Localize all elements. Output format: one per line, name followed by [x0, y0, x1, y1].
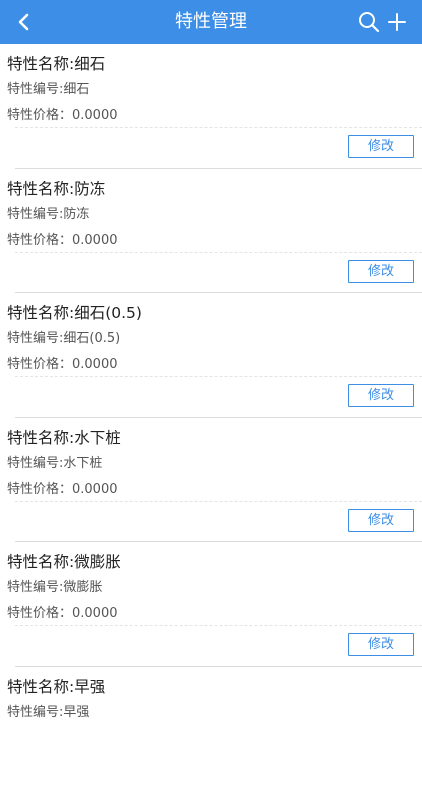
feature-name: 特性名称:微膨胀	[7, 550, 121, 572]
list-item: 特性名称:防冻 特性编号:防冻 特性价格：0.0000 修改	[0, 169, 422, 294]
feature-name: 特性名称:早强	[7, 675, 105, 697]
feature-code: 特性编号:水下桩	[7, 452, 102, 471]
edit-button[interactable]: 修改	[348, 633, 414, 656]
dashed-divider	[15, 252, 422, 253]
nav-bar: 特性管理	[0, 0, 422, 44]
feature-price: 特性价格：0.0000	[7, 104, 118, 123]
edit-button[interactable]: 修改	[348, 509, 414, 532]
feature-code: 特性编号:微膨胀	[7, 576, 102, 595]
feature-code: 特性编号:早强	[7, 701, 89, 720]
list-item: 特性名称:细石 特性编号:细石 特性价格：0.0000 修改	[0, 44, 422, 169]
list-item: 特性名称:早强 特性编号:早强	[0, 667, 422, 791]
feature-name: 特性名称:防冻	[7, 177, 105, 199]
feature-code: 特性编号:细石	[7, 78, 89, 97]
plus-icon	[384, 9, 410, 35]
feature-name: 特性名称:细石(0.5)	[7, 301, 142, 323]
edit-button[interactable]: 修改	[348, 135, 414, 158]
feature-code: 特性编号:防冻	[7, 203, 89, 222]
search-button[interactable]	[356, 9, 382, 35]
dashed-divider	[15, 501, 422, 502]
feature-price: 特性价格：0.0000	[7, 229, 118, 248]
dashed-divider	[15, 376, 422, 377]
list-item: 特性名称:细石(0.5) 特性编号:细石(0.5) 特性价格：0.0000 修改	[0, 293, 422, 418]
feature-price: 特性价格：0.0000	[7, 478, 118, 497]
feature-price: 特性价格：0.0000	[7, 353, 118, 372]
feature-list: 特性名称:细石 特性编号:细石 特性价格：0.0000 修改 特性名称:防冻 特…	[0, 44, 422, 791]
edit-button[interactable]: 修改	[348, 260, 414, 283]
search-icon	[356, 9, 382, 35]
dashed-divider	[15, 625, 422, 626]
list-item: 特性名称:微膨胀 特性编号:微膨胀 特性价格：0.0000 修改	[0, 542, 422, 667]
dashed-divider	[15, 127, 422, 128]
feature-code: 特性编号:细石(0.5)	[7, 327, 120, 346]
feature-name: 特性名称:水下桩	[7, 426, 121, 448]
add-button[interactable]	[384, 9, 410, 35]
feature-name: 特性名称:细石	[7, 52, 105, 74]
edit-button[interactable]: 修改	[348, 384, 414, 407]
list-item: 特性名称:水下桩 特性编号:水下桩 特性价格：0.0000 修改	[0, 418, 422, 543]
feature-price: 特性价格：0.0000	[7, 602, 118, 621]
